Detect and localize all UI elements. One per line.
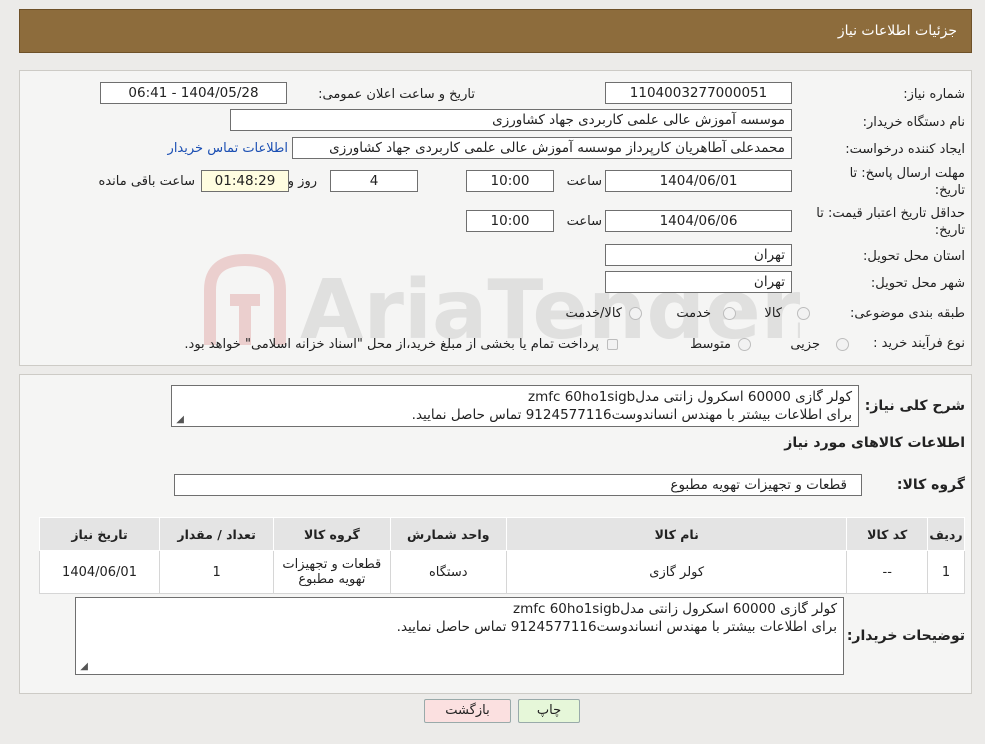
announce-label: تاریخ و ساعت اعلان عمومی:	[318, 87, 475, 102]
purchase-option-minor: جزیی	[790, 337, 820, 352]
deadline-time-label: ساعت	[566, 174, 602, 189]
goods-group-field[interactable]: قطعات و تجهیزات تهویه مطبوع	[174, 474, 862, 496]
requester-label: ایجاد کننده درخواست:	[845, 142, 965, 157]
col-code: کد کالا	[846, 517, 929, 551]
category-label: طبقه بندی موضوعی:	[849, 306, 965, 321]
purchase-checkbox-treasury[interactable]	[607, 339, 618, 350]
category-radio-goods[interactable]	[797, 307, 810, 320]
purchase-option-medium: متوسط	[690, 337, 731, 352]
validity-date-field[interactable]: 1404/06/06	[605, 210, 792, 232]
table-header-row: ردیف کد کالا نام کالا واحد شمارش گروه کا…	[38, 517, 965, 551]
buyer-notes-line-2: برای اطلاعات بیشتر با مهندس انساندوست912…	[396, 619, 837, 635]
goods-info-title: اطلاعات کالاهای مورد نیاز	[784, 435, 965, 451]
category-option-goods: کالا	[764, 306, 782, 321]
cell-group-line-2: تهویه مطبوع	[298, 572, 366, 587]
need-number-field[interactable]: 1104003277000051	[605, 82, 792, 104]
requester-field[interactable]: محمدعلی آطاهریان کارپرداز موسسه آموزش عا…	[292, 137, 792, 159]
cell-row: 1	[927, 550, 965, 594]
announce-field[interactable]: 1404/05/28 - 06:41	[100, 82, 287, 104]
province-field[interactable]: تهران	[605, 244, 792, 266]
category-option-both: کالا/خدمت	[565, 306, 622, 321]
buyer-notes-label: توضیحات خریدار:	[846, 628, 965, 644]
page-title: جزئیات اطلاعات نیاز	[837, 23, 957, 39]
summary-line-1: کولر گازی 60000 اسکرول زانتی مدلzmfc 60h…	[528, 389, 852, 405]
back-button[interactable]: بازگشت	[424, 699, 511, 723]
resize-grip-icon[interactable]: ◢	[174, 415, 184, 425]
cell-unit: دستگاه	[389, 550, 507, 594]
summary-line-2: برای اطلاعات بیشتر با مهندس انساندوست912…	[411, 407, 852, 423]
col-qty: تعداد / مقدار	[159, 517, 275, 551]
validity-time-field[interactable]: 10:00	[466, 210, 554, 232]
purchase-note: پرداخت تمام یا بخشی از مبلغ خرید،از محل …	[184, 337, 599, 352]
col-row: ردیف	[927, 517, 965, 551]
buyer-org-field[interactable]: موسسه آموزش عالی علمی کاربردی جهاد کشاور…	[230, 109, 792, 131]
buyer-notes-textarea[interactable]: کولر گازی 60000 اسکرول زانتی مدلzmfc 60h…	[75, 597, 844, 675]
goods-group-label: گروه کالا:	[896, 477, 965, 493]
city-field[interactable]: تهران	[605, 271, 792, 293]
cell-qty: 1	[159, 550, 275, 594]
validity-time-label: ساعت	[566, 214, 602, 229]
deadline-time-field[interactable]: 10:00	[466, 170, 554, 192]
purchase-radio-medium[interactable]	[738, 338, 751, 351]
col-unit: واحد شمارش	[389, 517, 507, 551]
summary-textarea[interactable]: کولر گازی 60000 اسکرول زانتی مدلzmfc 60h…	[171, 385, 859, 427]
remaining-label: ساعت باقی مانده	[98, 174, 195, 189]
city-label: شهر محل تحویل:	[870, 276, 965, 291]
buyer-notes-line-1: کولر گازی 60000 اسکرول زانتی مدلzmfc 60h…	[513, 601, 837, 617]
col-name: نام کالا	[505, 517, 848, 551]
purchase-radio-minor[interactable]	[836, 338, 849, 351]
page-header: جزئیات اطلاعات نیاز	[19, 9, 972, 53]
table-row[interactable]: 1 -- کولر گازی دستگاه قطعات و تجهیزات ته…	[38, 550, 965, 594]
category-radio-both[interactable]	[629, 307, 642, 320]
need-number-label: شماره نیاز:	[903, 87, 965, 102]
print-button[interactable]: چاپ	[518, 699, 580, 723]
col-group: گروه کالا	[273, 517, 391, 551]
validity-label: حداقل تاریخ اعتبار قیمت: تا	[816, 206, 965, 221]
cell-group-line-1: قطعات و تجهیزات	[282, 557, 382, 572]
province-label: استان محل تحویل:	[863, 249, 965, 264]
deadline-label: مهلت ارسال پاسخ: تا	[849, 166, 965, 181]
resize-grip-icon[interactable]: ◢	[78, 662, 88, 672]
cell-name: کولر گازی	[505, 550, 848, 594]
cell-date: 1404/06/01	[38, 550, 161, 594]
buyer-org-label: نام دستگاه خریدار:	[862, 115, 965, 130]
purchase-type-label: نوع فرآیند خرید :	[873, 336, 965, 351]
summary-label: شرح کلی نیاز:	[864, 398, 965, 414]
deadline-label-2: تاریخ:	[934, 183, 965, 198]
col-date: تاریخ نیاز	[38, 517, 161, 551]
category-option-service: خدمت	[676, 306, 711, 321]
category-radio-service[interactable]	[723, 307, 736, 320]
cell-group: قطعات و تجهیزات تهویه مطبوع	[273, 550, 391, 594]
days-label: روز و	[287, 174, 317, 189]
days-field[interactable]: 4	[330, 170, 418, 192]
buyer-contact-link[interactable]: اطلاعات تماس خریدار	[168, 141, 288, 156]
deadline-date-field[interactable]: 1404/06/01	[605, 170, 792, 192]
items-table: ردیف کد کالا نام کالا واحد شمارش گروه کا…	[38, 517, 965, 594]
validity-label-2: تاریخ:	[934, 223, 965, 238]
remaining-time-field: 01:48:29	[201, 170, 289, 192]
cell-code: --	[846, 550, 929, 594]
